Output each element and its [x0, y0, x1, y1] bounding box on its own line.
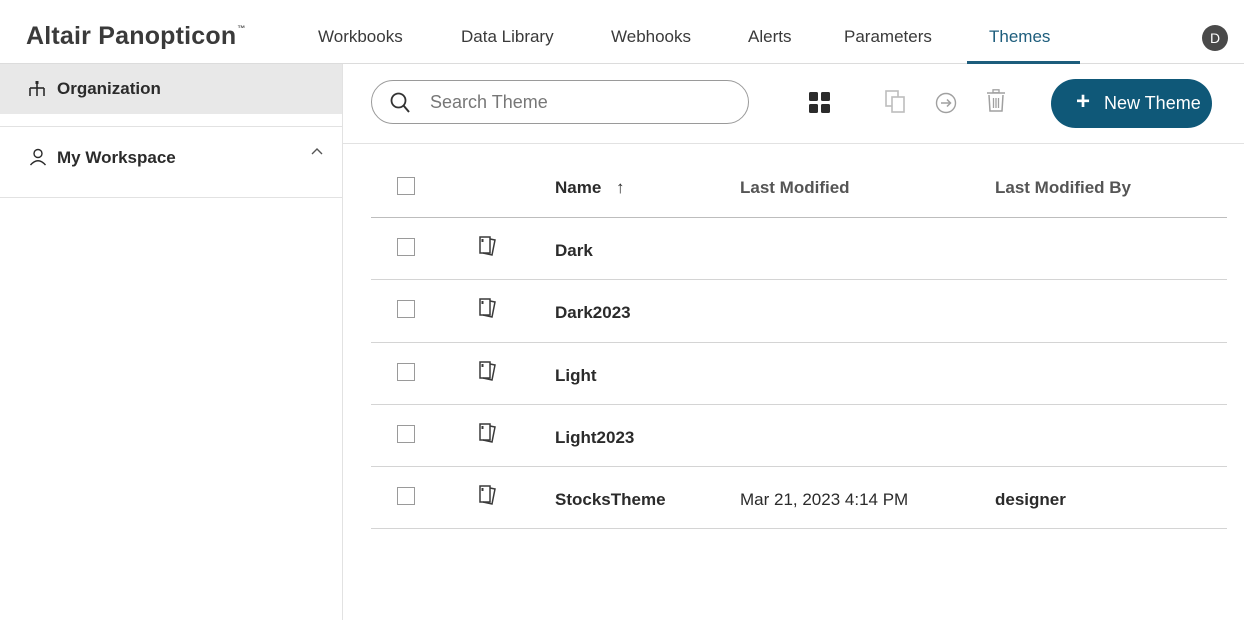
row-checkbox[interactable] — [397, 363, 415, 381]
theme-file-icon — [479, 361, 496, 381]
sort-ascending-icon: ↑ — [616, 178, 625, 197]
duplicate-icon[interactable] — [885, 90, 907, 114]
sidebar-item-organization[interactable]: Organization — [0, 64, 342, 114]
theme-name[interactable]: Dark2023 — [555, 303, 631, 323]
theme-name[interactable]: Light — [555, 366, 597, 386]
brand-logo[interactable]: Altair Panopticon™ — [26, 22, 246, 51]
theme-name[interactable]: Light2023 — [555, 428, 634, 448]
sidebar-item-my-workspace-label: My Workspace — [57, 148, 176, 167]
trash-icon[interactable] — [986, 89, 1006, 113]
nav-alerts[interactable]: Alerts — [748, 27, 791, 47]
theme-name[interactable]: StocksTheme — [555, 490, 666, 510]
column-header-last-modified-by[interactable]: Last Modified By — [995, 178, 1131, 198]
row-divider — [371, 342, 1227, 343]
plus-icon: + — [1076, 88, 1091, 115]
row-divider — [371, 466, 1227, 467]
user-avatar[interactable]: D — [1202, 25, 1228, 51]
nav-themes[interactable]: Themes — [989, 27, 1050, 47]
search-icon — [390, 92, 410, 113]
search-box — [371, 80, 749, 124]
active-tab-indicator — [967, 61, 1080, 64]
theme-last-modified-by: designer — [995, 490, 1066, 509]
new-theme-button-label: New Theme — [1104, 93, 1201, 113]
column-header-last-modified[interactable]: Last Modified — [740, 178, 850, 198]
user-icon — [29, 148, 47, 166]
header-divider — [371, 217, 1227, 218]
search-input[interactable] — [430, 90, 730, 114]
select-all-checkbox[interactable] — [397, 177, 415, 195]
org-chart-icon — [29, 81, 45, 96]
nav-parameters[interactable]: Parameters — [844, 27, 932, 47]
nav-webhooks[interactable]: Webhooks — [611, 27, 691, 47]
toolbar-divider — [343, 143, 1244, 144]
theme-file-icon — [479, 423, 496, 443]
sidebar-item-organization-label: Organization — [57, 79, 161, 98]
row-checkbox[interactable] — [397, 300, 415, 318]
grid-view-icon[interactable] — [809, 92, 831, 114]
row-checkbox[interactable] — [397, 487, 415, 505]
sidebar-item-my-workspace[interactable]: My Workspace — [0, 126, 342, 198]
row-checkbox[interactable] — [397, 238, 415, 256]
theme-file-icon — [479, 298, 496, 318]
nav-data-library[interactable]: Data Library — [461, 27, 554, 47]
new-theme-button[interactable]: + New Theme — [1051, 79, 1212, 128]
row-divider — [371, 528, 1227, 529]
row-divider — [371, 279, 1227, 280]
top-bar: Altair Panopticon™ Workbooks Data Librar… — [0, 0, 1244, 64]
theme-file-icon — [479, 236, 496, 256]
theme-last-modified: Mar 21, 2023 4:14 PM — [740, 490, 909, 509]
row-checkbox[interactable] — [397, 425, 415, 443]
nav-workbooks[interactable]: Workbooks — [318, 27, 403, 47]
row-divider — [371, 404, 1227, 405]
trademark-mark: ™ — [237, 24, 246, 33]
column-header-name[interactable]: Name ↑ — [555, 178, 625, 198]
move-icon[interactable] — [935, 92, 957, 114]
theme-name[interactable]: Dark — [555, 241, 593, 261]
chevron-up-icon[interactable] — [311, 147, 323, 155]
theme-file-icon — [479, 485, 496, 505]
sidebar: Organization My Workspace — [0, 64, 343, 620]
